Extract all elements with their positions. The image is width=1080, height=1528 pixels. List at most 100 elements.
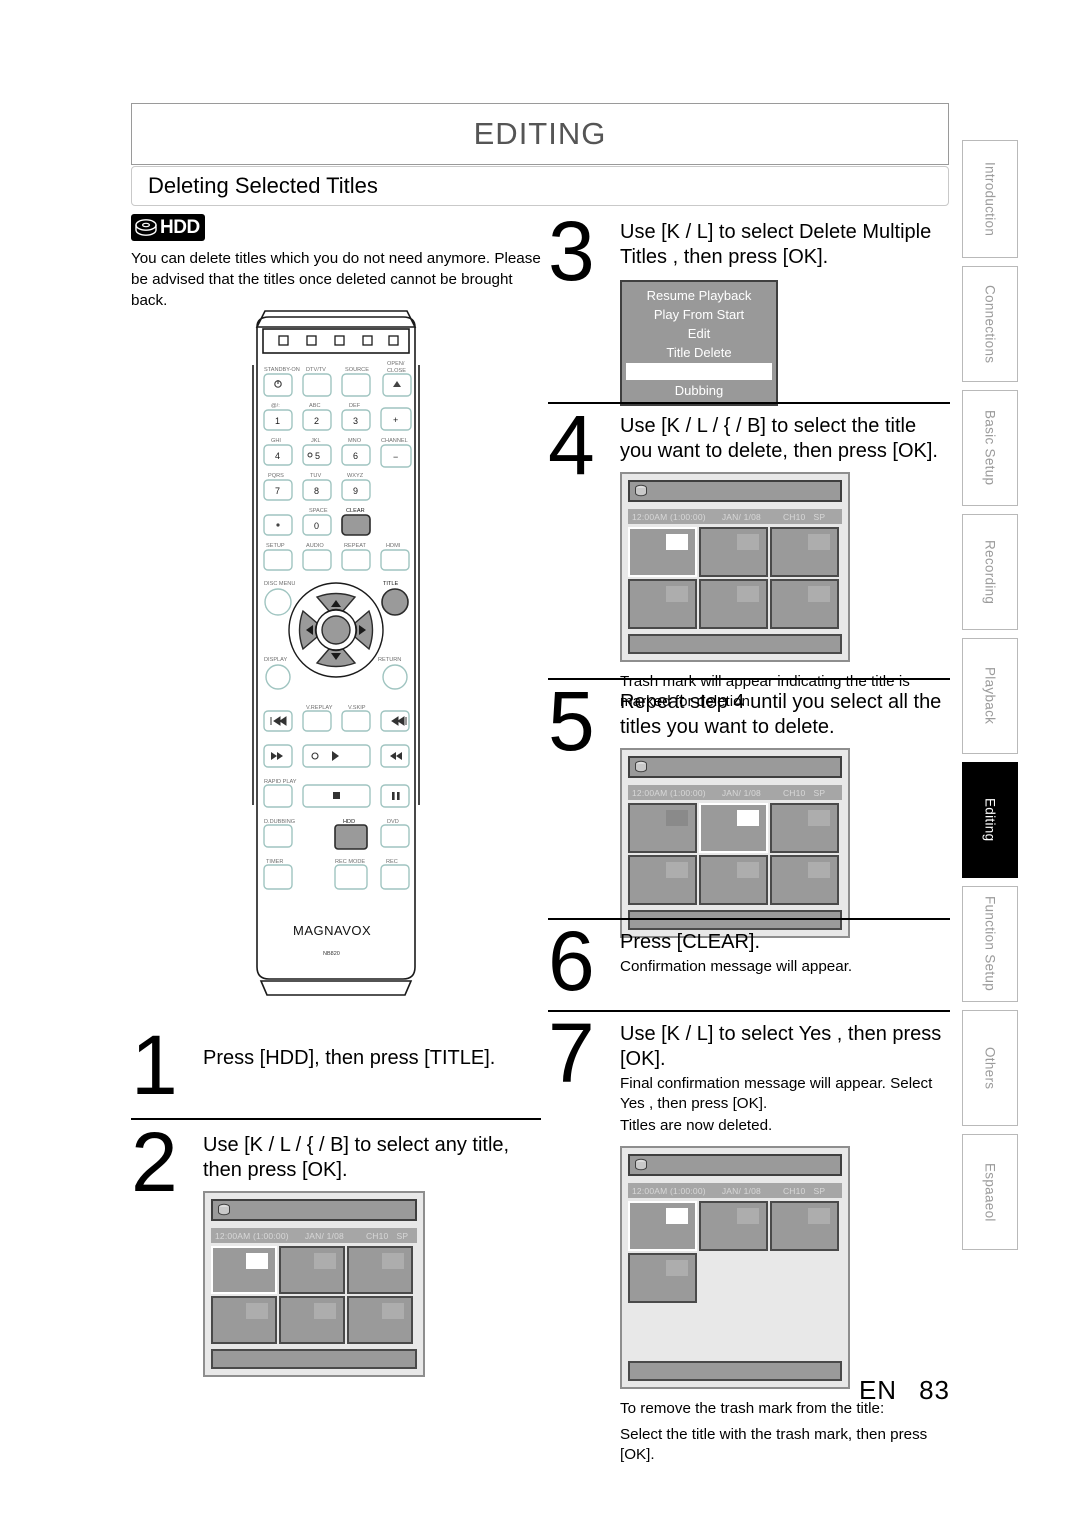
page-footer: EN 83 xyxy=(0,1375,950,1406)
sidebar-tab-label: Introduction xyxy=(982,161,998,237)
thumbnail-item[interactable] xyxy=(628,1253,697,1303)
sidebar-tab-label: Others xyxy=(982,1046,998,1090)
thumbnail-item[interactable] xyxy=(699,527,768,577)
step-divider-5 xyxy=(548,918,950,920)
step-7-note-2: Titles are now deleted. xyxy=(620,1117,773,1134)
thumbnail-item[interactable] xyxy=(347,1296,413,1344)
trash-mark-icon xyxy=(737,586,759,602)
sidebar-tab-espanol[interactable]: Espaaeol xyxy=(962,1134,1018,1250)
section-header: Deleting Selected Titles xyxy=(131,166,949,206)
menu-item-play-from-start[interactable]: Play From Start xyxy=(622,305,776,324)
thumbnail-item[interactable] xyxy=(770,855,839,905)
step-7-note-1: Final confirmation message will appear. … xyxy=(620,1075,933,1112)
osd-info-date: JAN/ 1/08 xyxy=(721,787,761,798)
thumbnail-item[interactable] xyxy=(699,855,768,905)
osd-topbar xyxy=(211,1199,417,1221)
osd-context-menu: Resume Playback Play From Start Edit Tit… xyxy=(620,280,778,406)
menu-item-dubbing[interactable]: Dubbing xyxy=(622,381,776,400)
thumbnail-item[interactable] xyxy=(628,803,697,853)
sidebar-tab-function-setup[interactable]: Function Setup xyxy=(962,886,1018,1002)
svg-text:V.REPLAY: V.REPLAY xyxy=(306,705,333,711)
disc-icon xyxy=(633,1157,649,1173)
svg-text:−: − xyxy=(393,452,398,462)
thumbnail-item[interactable] xyxy=(699,803,768,853)
thumbnail-item[interactable] xyxy=(770,1201,839,1251)
svg-text:SOURCE: SOURCE xyxy=(345,367,369,373)
thumbnail-item[interactable] xyxy=(211,1246,277,1294)
thumbnail-grid xyxy=(211,1246,417,1346)
step-6-note: Confirmation message will appear. xyxy=(620,958,853,975)
section-title: Deleting Selected Titles xyxy=(148,173,378,198)
step-4-number: 4 xyxy=(548,398,595,492)
osd-info-mode: SP xyxy=(813,787,826,798)
menu-item-delete-multiple-titles[interactable] xyxy=(626,363,772,380)
osd-info-channel: CH10 xyxy=(365,1230,389,1241)
thumbnail-item[interactable] xyxy=(279,1296,345,1344)
disc-icon xyxy=(633,483,649,499)
sidebar-tab-playback[interactable]: Playback xyxy=(962,638,1018,754)
step-6-text: Press [CLEAR]. xyxy=(620,931,761,953)
step-1: 1 Press [HDD], then press [TITLE]. xyxy=(131,1023,541,1123)
osd-title-list-step2: 12:00AM (1:00:00) JAN/ 1/08 CH10 SP xyxy=(203,1191,425,1377)
svg-text:DVD: DVD xyxy=(387,819,399,825)
svg-text:TUV: TUV xyxy=(310,473,321,479)
svg-text:MNO: MNO xyxy=(348,438,362,444)
thumbnail-item[interactable] xyxy=(699,1201,768,1251)
svg-text:2: 2 xyxy=(314,416,319,426)
thumbnail-item[interactable] xyxy=(628,855,697,905)
svg-text:WXYZ: WXYZ xyxy=(347,473,364,479)
sidebar-tab-connections[interactable]: Connections xyxy=(962,266,1018,382)
thumbnail-item[interactable] xyxy=(770,579,839,629)
menu-item-edit[interactable]: Edit xyxy=(622,324,776,343)
osd-info-time: 12:00AM (1:00:00) xyxy=(215,1230,289,1241)
trash-mark-icon xyxy=(382,1253,404,1269)
osd-title-list-step5: 12:00AM (1:00:00) JAN/ 1/08 CH10 SP xyxy=(620,748,850,938)
sidebar-tab-recording[interactable]: Recording xyxy=(962,514,1018,630)
svg-text:8: 8 xyxy=(314,486,319,496)
trash-mark-icon xyxy=(666,862,688,878)
step-7-number: 7 xyxy=(548,1006,595,1100)
intro-paragraph: You can delete titles which you do not n… xyxy=(131,250,541,309)
sidebar-tab-others[interactable]: Others xyxy=(962,1010,1018,1126)
step-7-note-4: Select the title with the trash mark, th… xyxy=(620,1426,928,1463)
thumbnail-item[interactable] xyxy=(770,803,839,853)
hdd-disc-icon xyxy=(135,218,159,238)
chapter-tab-rail: Introduction Connections Basic Setup Rec… xyxy=(962,140,1018,1258)
osd-info-mode: SP xyxy=(813,1185,826,1196)
chapter-title: EDITING xyxy=(473,116,607,151)
menu-item-resume-playback[interactable]: Resume Playback xyxy=(622,286,776,305)
thumbnail-item[interactable] xyxy=(211,1296,277,1344)
sidebar-tab-basic-setup[interactable]: Basic Setup xyxy=(962,390,1018,506)
sidebar-tab-label: Basic Setup xyxy=(982,410,998,486)
step-4: 4 Use [K / L / { / B] to select the titl… xyxy=(548,398,950,712)
thumbnail-grid xyxy=(628,527,842,631)
step-5-text: Repeat step 4 until you select all the t… xyxy=(620,691,942,738)
svg-text:7: 7 xyxy=(275,486,280,496)
osd-info-mode: SP xyxy=(396,1230,409,1241)
thumbnail-item[interactable] xyxy=(770,527,839,577)
sidebar-tab-introduction[interactable]: Introduction xyxy=(962,140,1018,258)
thumbnail-item[interactable] xyxy=(628,1201,697,1251)
sidebar-tab-label: Editing xyxy=(982,798,998,842)
thumbnail-item[interactable] xyxy=(279,1246,345,1294)
svg-text:REC: REC xyxy=(386,859,398,865)
trash-mark-icon xyxy=(246,1253,268,1269)
svg-text:CLOSE: CLOSE xyxy=(387,368,406,374)
trash-mark-icon xyxy=(666,1208,688,1224)
step-divider-4 xyxy=(548,678,950,680)
menu-item-title-delete[interactable]: Title Delete xyxy=(622,343,776,362)
osd-bottom-bar xyxy=(628,634,842,654)
chapter-header: EDITING xyxy=(131,103,949,165)
svg-text:@/:: @/: xyxy=(271,403,280,409)
step-5-number: 5 xyxy=(548,674,595,768)
thumbnail-item[interactable] xyxy=(699,579,768,629)
thumbnail-item[interactable] xyxy=(347,1246,413,1294)
thumbnail-item[interactable] xyxy=(628,527,697,577)
osd-info-mode: SP xyxy=(813,511,826,522)
sidebar-tab-label: Playback xyxy=(982,667,998,725)
thumbnail-item[interactable] xyxy=(628,579,697,629)
trash-mark-icon xyxy=(737,810,759,826)
step-2-text: Use [K / L / { / B] to select any title,… xyxy=(203,1134,510,1181)
sidebar-tab-editing[interactable]: Editing xyxy=(962,762,1018,878)
sidebar-tab-label: Espaaeol xyxy=(982,1162,998,1222)
